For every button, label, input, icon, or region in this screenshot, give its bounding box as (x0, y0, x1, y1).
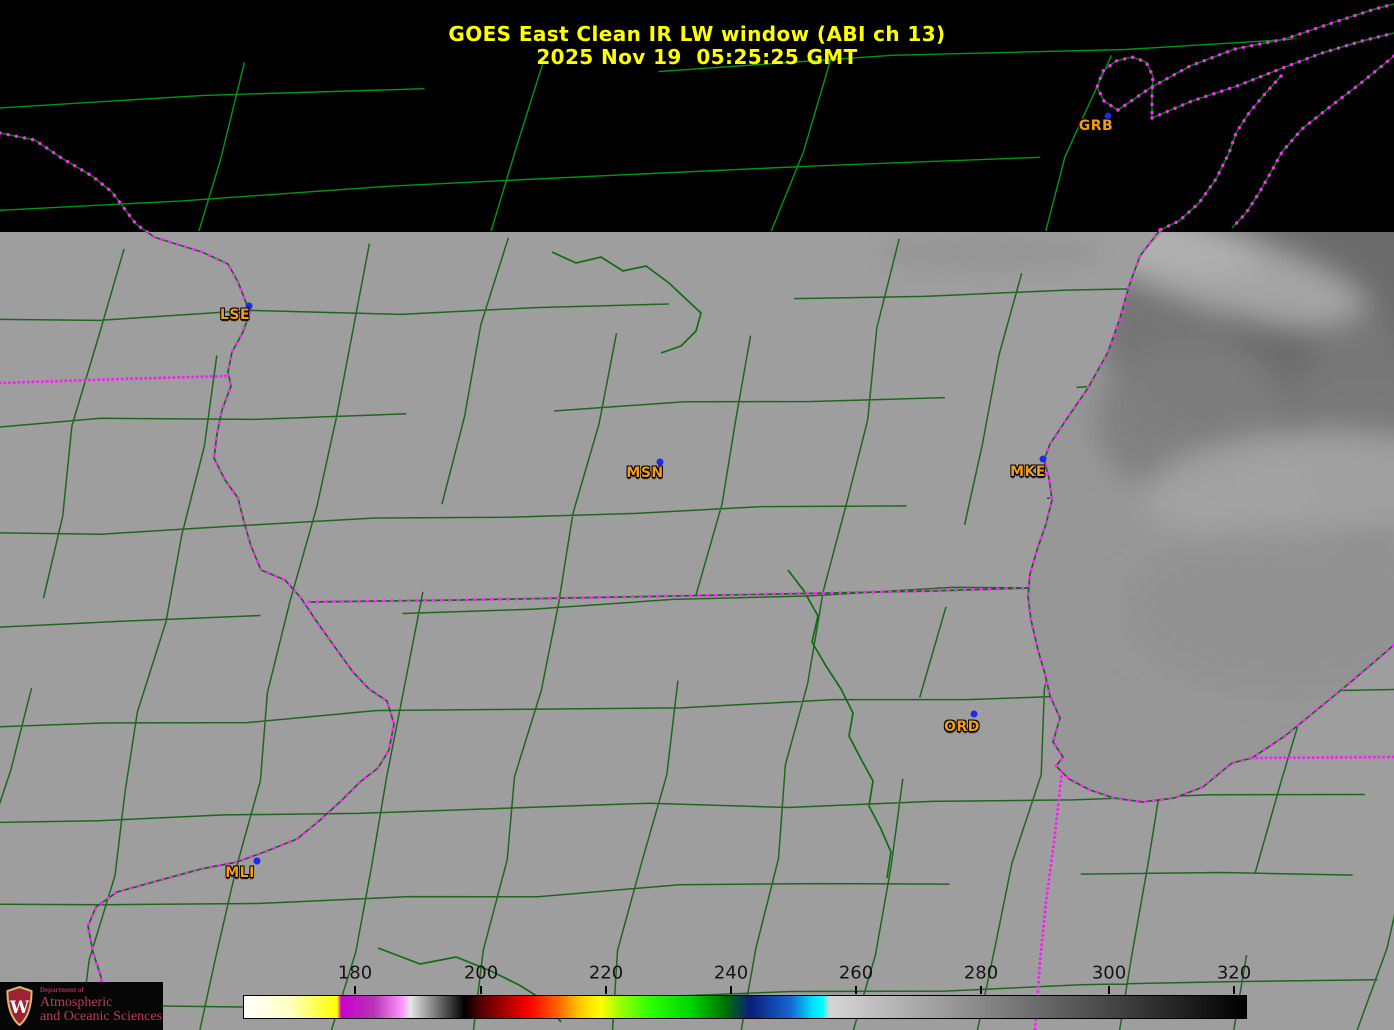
indiana-line (1250, 755, 1394, 760)
colorbar-tick-mark-280 (980, 986, 982, 994)
uw-aos-logo: W Department of Atmospheric and Oceanic … (0, 982, 163, 1030)
station-label-lse: LSE (219, 307, 251, 323)
mn-ia-border (0, 374, 230, 385)
colorbar-tick-mark-300 (1108, 986, 1110, 994)
station-label-mke: MKE (1010, 464, 1046, 480)
door-peninsula-west (1158, 74, 1283, 232)
wisconsin-river (551, 251, 702, 354)
logo-name-line1: Atmospheric (40, 994, 113, 1010)
svg-text:W: W (9, 998, 30, 1018)
satellite-image-viewer: GOES East Clean IR LW window (ABI ch 13)… (0, 0, 1394, 1030)
colorbar-tick-mark-240 (730, 986, 732, 994)
colorbar-tick-label-200: 200 (463, 962, 499, 984)
colorbar-tick-label-180: 180 (337, 962, 373, 984)
colorbar-tick-label-220: 220 (588, 962, 624, 984)
station-label-msn: MSN (626, 465, 664, 481)
temperature-colorbar (243, 995, 1247, 1019)
station-label-grb: GRB (1078, 118, 1114, 134)
image-title: GOES East Clean IR LW window (ABI ch 13) (448, 22, 946, 46)
station-dot-mli (253, 857, 261, 865)
station-label-mli: MLI (225, 865, 255, 881)
mississippi-river (0, 131, 396, 1000)
colorbar-tick-mark-200 (480, 986, 482, 994)
map-canvas (0, 0, 1394, 1030)
colorbar-tick-label-280: 280 (963, 962, 999, 984)
rock-river (787, 569, 892, 879)
il-in-border (1033, 770, 1064, 1030)
image-timestamp: 2025 Nov 19 05:25:25 GMT (536, 45, 858, 69)
colorbar-tick-mark-320 (1233, 986, 1235, 994)
colorbar-tick-mark-180 (354, 986, 356, 994)
colorbar-tick-label-260: 260 (838, 962, 874, 984)
logo-name-line2: and Oceanic Sciences (40, 1009, 163, 1025)
logo-text: Department of Atmospheric and Oceanic Sc… (40, 987, 162, 1024)
uw-crest-icon: W (6, 986, 33, 1026)
colorbar-tick-mark-260 (855, 986, 857, 994)
colorbar-tick-label-320: 320 (1216, 962, 1252, 984)
colorbar-tick-label-240: 240 (713, 962, 749, 984)
station-label-ord: ORD (944, 719, 980, 735)
lake-region (880, 232, 1394, 802)
logo-dept-line: Department of (40, 986, 84, 995)
rivers-layer (377, 251, 892, 1023)
door-peninsula-east (1230, 54, 1394, 230)
station-dot-ord (970, 710, 978, 718)
station-dot-mke (1039, 455, 1047, 463)
colorbar-tick-mark-220 (605, 986, 607, 994)
colorbar-tick-label-300: 300 (1091, 962, 1127, 984)
